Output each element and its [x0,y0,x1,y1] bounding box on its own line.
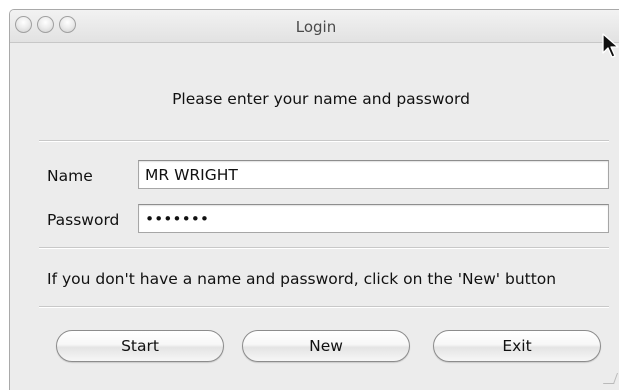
name-field[interactable]: MR WRIGHT [138,160,609,189]
separator-middle [39,247,609,249]
new-button[interactable]: New [242,330,410,362]
mouse-pointer-icon [602,33,619,58]
password-label: Password [47,211,120,229]
info-text: If you don't have a name and password, c… [47,270,557,288]
separator-bottom [39,306,609,308]
window-title: Login [295,18,337,36]
password-field[interactable]: ••••••• [138,204,609,233]
instruction-text: Please enter your name and password [172,90,470,108]
start-button[interactable]: Start [56,330,224,362]
title-bar[interactable]: Login [10,10,619,43]
exit-button[interactable]: Exit [433,330,601,362]
name-label: Name [47,167,93,185]
login-window: Login Please enter your name and passwor… [9,9,619,390]
resize-grip-icon[interactable] [602,373,619,384]
separator-top [39,140,609,142]
